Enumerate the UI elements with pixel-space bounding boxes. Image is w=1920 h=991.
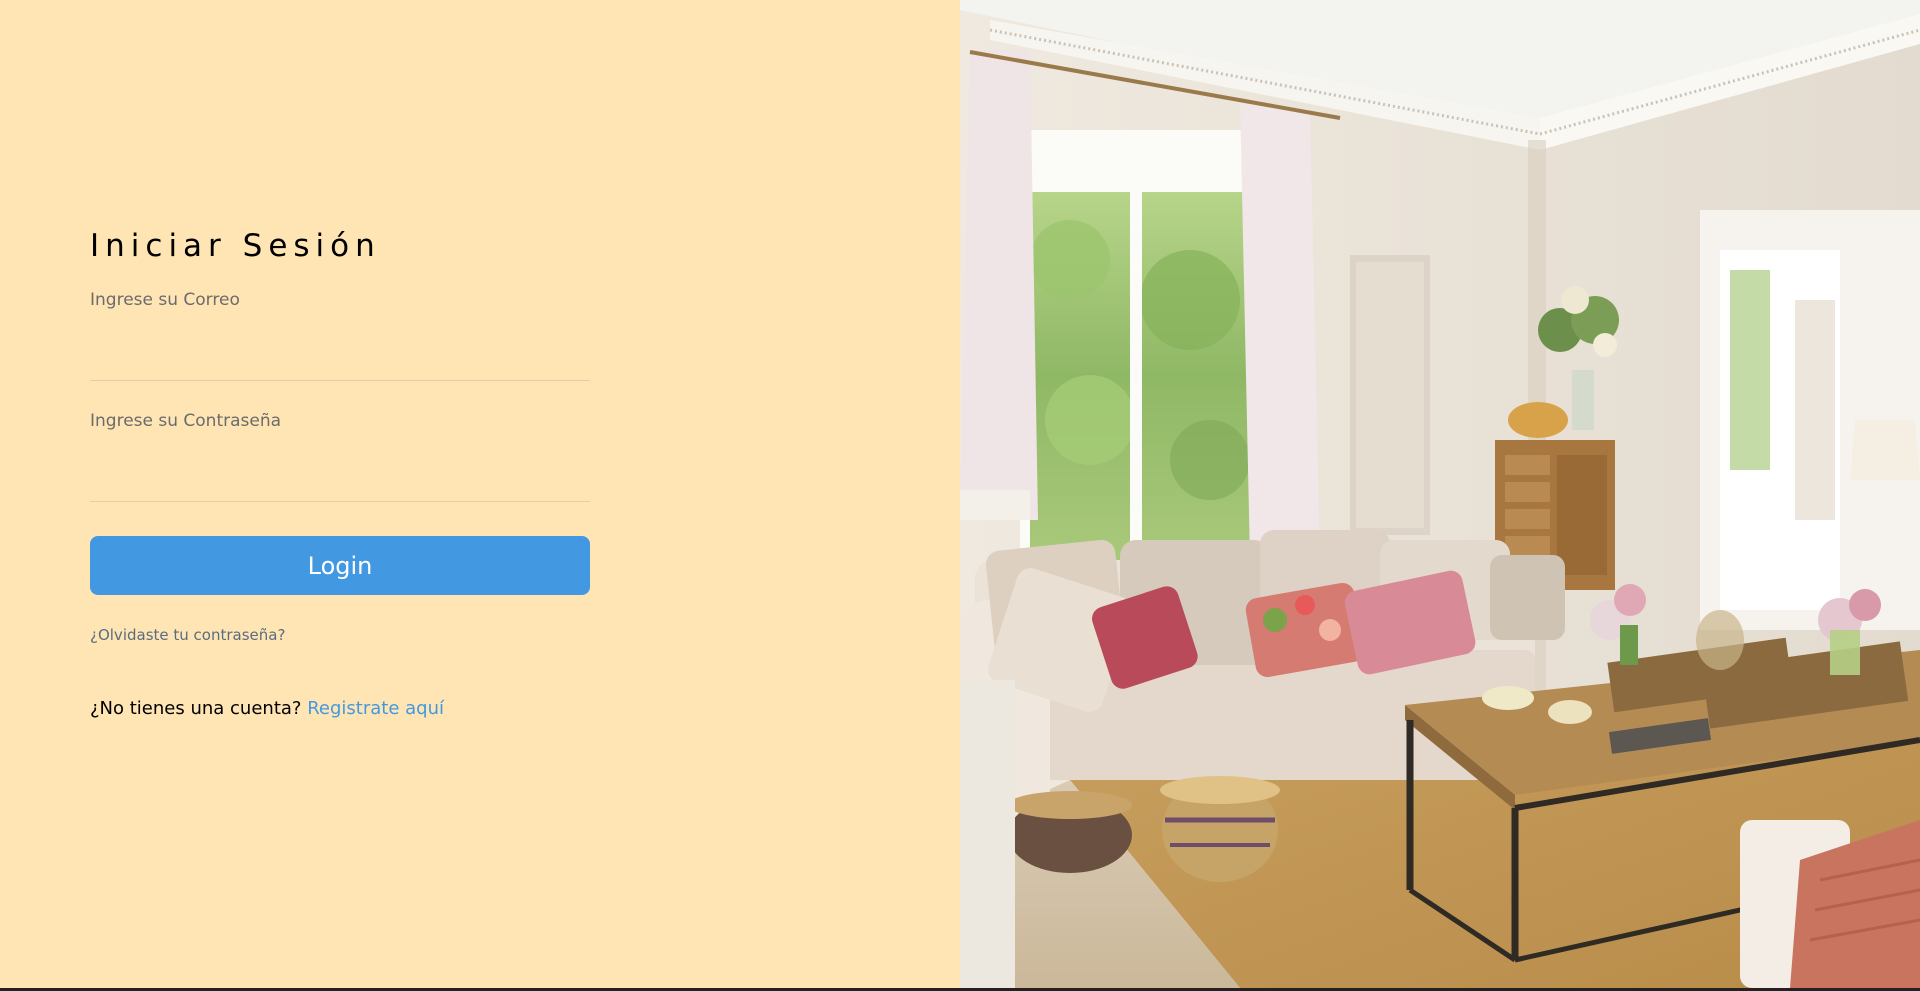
email-field[interactable] — [90, 340, 590, 381]
forgot-password-link[interactable]: ¿Olvidaste tu contraseña? — [90, 626, 285, 644]
living-room-photo — [960, 0, 1920, 988]
login-page: Iniciar Sesión Ingrese su Correo Ingrese… — [0, 0, 1920, 991]
login-button[interactable]: Login — [90, 536, 590, 595]
email-label: Ingrese su Correo — [90, 290, 240, 310]
page-title: Iniciar Sesión — [90, 228, 381, 264]
signup-prompt-text: ¿No tienes una cuenta? — [90, 698, 302, 719]
signup-prompt: ¿No tienes una cuenta? Registrate aquí — [90, 698, 444, 719]
password-field[interactable] — [90, 461, 590, 502]
password-label: Ingrese su Contraseña — [90, 411, 282, 431]
login-panel: Iniciar Sesión Ingrese su Correo Ingrese… — [0, 0, 960, 991]
signup-link[interactable]: Registrate aquí — [307, 698, 444, 719]
